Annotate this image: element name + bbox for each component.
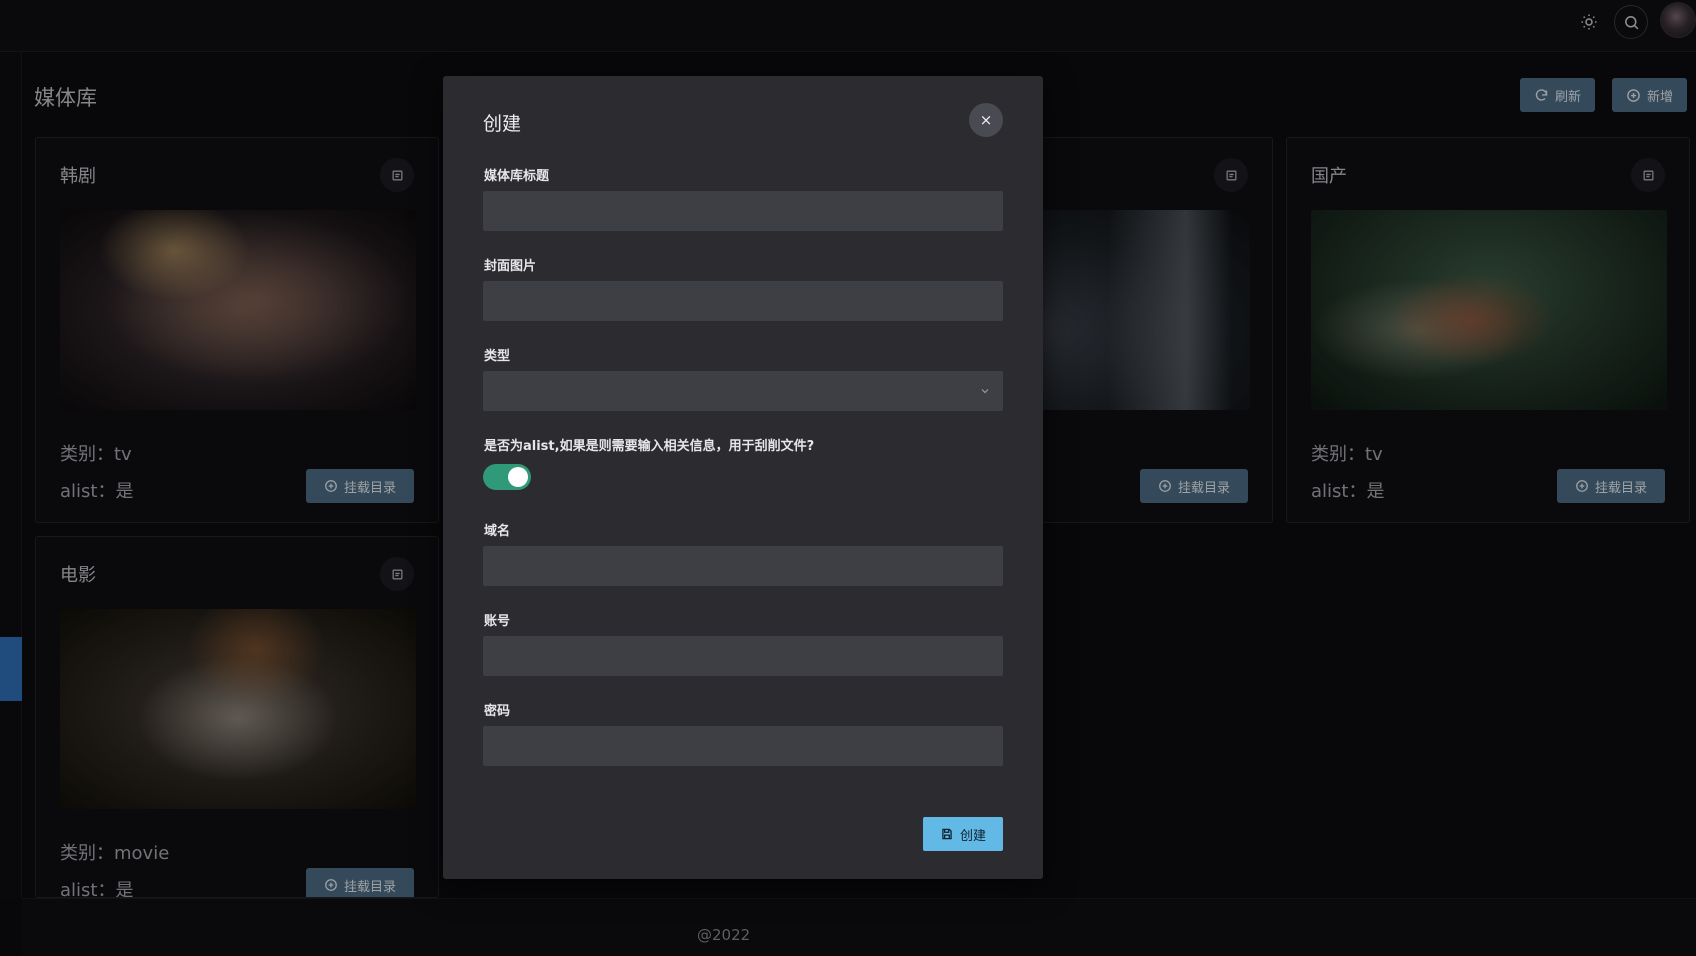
library-title-input[interactable] xyxy=(483,191,1003,231)
toggle-knob xyxy=(508,467,528,487)
create-dialog: 创建 × 媒体库标题 封面图片 类型 是否为alist,如果是则需要输入相关信息… xyxy=(443,76,1043,879)
chevron-down-icon xyxy=(981,389,989,394)
account-label: 账号 xyxy=(484,614,511,629)
type-select[interactable] xyxy=(483,371,1003,411)
account-input[interactable] xyxy=(483,636,1003,676)
password-input[interactable] xyxy=(483,726,1003,766)
domain-input[interactable] xyxy=(483,546,1003,586)
create-submit-button[interactable]: 创建 xyxy=(923,817,1003,851)
password-label: 密码 xyxy=(484,704,511,719)
dialog-title: 创建 xyxy=(483,113,522,135)
close-button[interactable]: × xyxy=(969,103,1003,137)
type-label: 类型 xyxy=(484,349,511,364)
close-icon: × xyxy=(979,111,993,129)
alist-question-label: 是否为alist,如果是则需要输入相关信息，用于刮削文件? xyxy=(484,439,815,454)
cover-image-label: 封面图片 xyxy=(484,259,537,274)
save-icon xyxy=(942,828,952,840)
domain-label: 域名 xyxy=(484,524,511,539)
alist-toggle[interactable] xyxy=(483,464,531,490)
cover-image-input[interactable] xyxy=(483,281,1003,321)
create-submit-label: 创建 xyxy=(959,828,986,844)
library-title-label: 媒体库标题 xyxy=(484,169,550,184)
